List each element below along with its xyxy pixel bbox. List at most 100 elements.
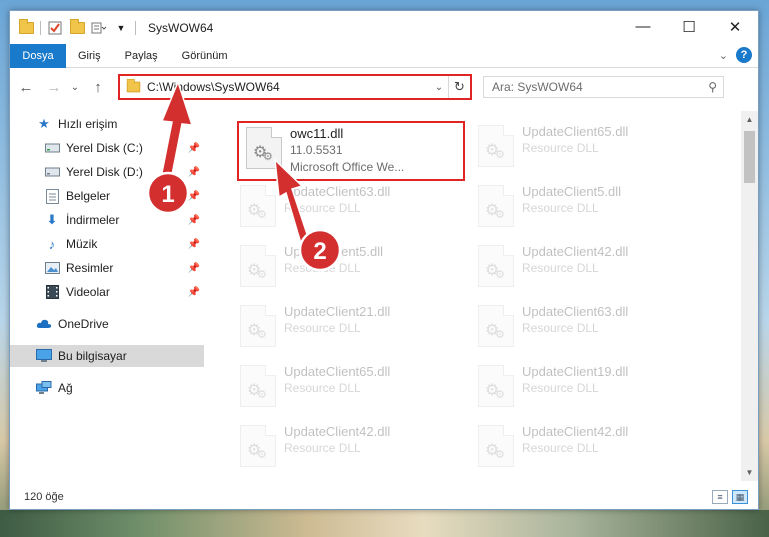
minimize-button[interactable]: —: [620, 11, 666, 42]
vertical-scrollbar[interactable]: ▲ ▼: [741, 111, 758, 481]
list-item[interactable]: ⚙ ⚙ UpdateClient42.dll Resource DLL: [470, 239, 695, 295]
list-item[interactable]: ⚙ ⚙ UpdateClient42.dll Resource DLL: [232, 419, 457, 475]
sidebar-item-label: Yerel Disk (C:): [66, 141, 143, 155]
tab-home[interactable]: Giriş: [66, 44, 113, 68]
scroll-up-icon[interactable]: ▲: [741, 111, 758, 128]
tab-file[interactable]: Dosya: [10, 43, 66, 68]
dll-file-icon: ⚙ ⚙: [240, 185, 276, 227]
documents-icon: [44, 188, 60, 204]
pin-icon[interactable]: 📌: [188, 143, 200, 154]
file-description: Resource DLL: [522, 201, 599, 215]
back-arrow-icon[interactable]: ←: [14, 75, 38, 99]
download-icon: ⬇: [46, 212, 58, 227]
sidebar-item-pictures[interactable]: Resimler 📌: [10, 257, 204, 279]
address-bar[interactable]: C:\Windows\SysWOW64 ⌄ ↻: [118, 74, 472, 100]
file-list: ⚙ ⚙ owc11.dll 11.0.5531 Microsoft Office …: [206, 105, 726, 481]
sidebar-item-documents[interactable]: Belgeler 📌: [10, 185, 204, 207]
recent-locations-icon[interactable]: ⌄: [68, 75, 82, 99]
sidebar-item-label: Ağ: [58, 381, 73, 395]
status-bar: 120 öğe ≡ ▦: [10, 485, 758, 509]
help-icon[interactable]: ?: [736, 47, 752, 63]
quick-access-toolbar: ▼ SysWOW64: [10, 11, 213, 44]
forward-arrow-icon[interactable]: →: [42, 75, 66, 99]
sidebar-item-downloads[interactable]: ⬇ İndirmeler 📌: [10, 209, 204, 231]
list-item[interactable]: ⚙ ⚙ UpdateClient65.dll Resource DLL: [232, 359, 457, 415]
ribbon-tabs: Dosya Giriş Paylaş Görünüm ⌄ ?: [10, 43, 758, 68]
file-name: UpdateClient65.dll: [522, 124, 629, 139]
sidebar-item-music[interactable]: ♪ Müzik 📌: [10, 233, 204, 255]
folder-icon: [126, 78, 141, 93]
file-name: UpdateClient21.dll: [284, 304, 391, 319]
sidebar-item-label: Yerel Disk (D:): [66, 165, 143, 179]
new-folder-icon[interactable]: [69, 18, 85, 36]
pin-icon[interactable]: 📌: [188, 191, 200, 202]
title-bar: ▼ SysWOW64 — ☐ ✕: [10, 11, 758, 44]
sidebar-item-label: Resimler: [66, 261, 114, 275]
pin-icon[interactable]: 📌: [188, 167, 200, 178]
toolbar-divider: [135, 20, 136, 35]
list-item[interactable]: ⚙ ⚙ UpdateClient5.dll Resource DLL: [470, 179, 695, 235]
refresh-icon[interactable]: ↻: [448, 76, 470, 98]
item-count: 120 öğe: [24, 491, 64, 503]
sidebar-item-videos[interactable]: Videolar 📌: [10, 281, 204, 303]
tab-view[interactable]: Görünüm: [170, 44, 240, 68]
details-view-icon[interactable]: ≡: [712, 490, 728, 504]
close-button[interactable]: ✕: [712, 11, 758, 42]
list-item[interactable]: ⚙ ⚙ UpdateClient63.dll Resource DLL: [232, 179, 457, 235]
pin-icon[interactable]: 📌: [188, 287, 200, 298]
file-name: UpdateClient42.dll: [284, 424, 391, 439]
drive-icon: [44, 164, 60, 180]
navigation-pane: ★ Hızlı erişim Yerel Disk (C:) 📌 Yerel D…: [10, 111, 206, 481]
sidebar-item-label: OneDrive: [58, 317, 109, 331]
pin-icon[interactable]: 📌: [188, 263, 200, 274]
list-item[interactable]: ⚙ ⚙ UpdateClient42.dll Resource DLL: [470, 419, 695, 475]
search-icon[interactable]: ⚲: [708, 80, 717, 94]
highlight-frame: [237, 121, 465, 181]
file-name: UpdateClient5.dll: [284, 244, 384, 259]
sidebar-item-quick-access[interactable]: ★ Hızlı erişim: [10, 113, 204, 135]
properties-icon[interactable]: [47, 20, 63, 36]
sidebar-item-network[interactable]: Ağ: [10, 377, 204, 399]
sidebar-item-onedrive[interactable]: OneDrive: [10, 313, 204, 335]
file-name: UpdateClient63.dll: [284, 184, 391, 199]
toolbar-divider: [40, 20, 41, 35]
sidebar-item-label: Müzik: [66, 237, 98, 251]
up-arrow-icon[interactable]: ↑: [86, 75, 110, 99]
dll-file-icon: ⚙ ⚙: [240, 305, 276, 347]
dll-file-icon: ⚙ ⚙: [240, 365, 276, 407]
pin-icon[interactable]: 📌: [188, 239, 200, 250]
file-description: Resource DLL: [284, 381, 361, 395]
sidebar-item-this-pc[interactable]: Bu bilgisayar: [10, 345, 204, 367]
scroll-down-icon[interactable]: ▼: [741, 464, 758, 481]
address-dropdown-icon[interactable]: ⌄: [430, 82, 448, 93]
sidebar-item-local-disk-d[interactable]: Yerel Disk (D:) 📌: [10, 161, 204, 183]
file-description: Resource DLL: [522, 141, 599, 155]
dll-file-icon: ⚙ ⚙: [478, 365, 514, 407]
toolbar-dropdown-icon[interactable]: ▼: [113, 20, 129, 36]
file-description: Resource DLL: [522, 261, 599, 275]
sidebar-item-label: Videolar: [66, 285, 110, 299]
scroll-thumb[interactable]: [744, 131, 755, 183]
dll-file-icon: ⚙ ⚙: [478, 425, 514, 467]
list-item[interactable]: ⚙ ⚙ UpdateClient63.dll Resource DLL: [470, 299, 695, 355]
tab-share[interactable]: Paylaş: [113, 44, 170, 68]
large-icons-view-icon[interactable]: ▦: [732, 490, 748, 504]
list-item[interactable]: ⚙ ⚙ UpdateClient65.dll Resource DLL: [470, 119, 695, 175]
customize-toolbar-icon[interactable]: [91, 20, 107, 36]
pin-icon[interactable]: 📌: [188, 215, 200, 226]
list-item[interactable]: ⚙ ⚙ UpdateClient21.dll Resource DLL: [232, 299, 457, 355]
sidebar-item-local-disk-c[interactable]: Yerel Disk (C:) 📌: [10, 137, 204, 159]
list-item[interactable]: ⚙ ⚙ UpdateClient19.dll Resource DLL: [470, 359, 695, 415]
file-name: UpdateClient42.dll: [522, 424, 629, 439]
file-description: Resource DLL: [522, 321, 599, 335]
window-title: SysWOW64: [148, 20, 214, 35]
ribbon-right-controls: ⌄ ?: [719, 47, 752, 63]
list-item[interactable]: ⚙ ⚙ UpdateClient5.dll Resource DLL: [232, 239, 457, 295]
search-placeholder: Ara: SysWOW64: [492, 80, 583, 94]
maximize-button[interactable]: ☐: [666, 11, 712, 42]
address-path[interactable]: C:\Windows\SysWOW64: [147, 80, 430, 94]
dll-file-icon: ⚙ ⚙: [478, 185, 514, 227]
search-input[interactable]: Ara: SysWOW64 ⚲: [483, 76, 724, 98]
expand-ribbon-icon[interactable]: ⌄: [719, 49, 728, 62]
pictures-icon: [44, 260, 60, 276]
